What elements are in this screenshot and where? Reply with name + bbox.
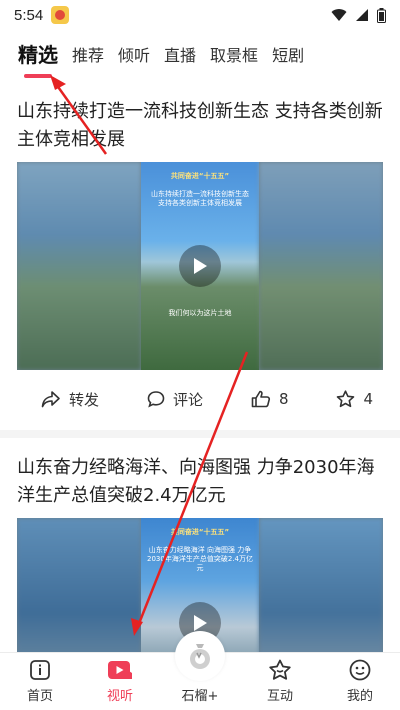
comment-button[interactable]: 评论	[147, 389, 203, 410]
card-divider	[0, 430, 400, 438]
video-overlay-top: 共同奋进“十五五”	[170, 172, 230, 180]
tab-zhibo[interactable]: 直播	[164, 42, 196, 76]
like-count: 8	[278, 390, 289, 408]
bottom-navigation: 首页 视听 石榴+ 互动 我的	[0, 631, 400, 710]
star-icon	[337, 390, 355, 408]
nav-video[interactable]: 视听	[80, 653, 160, 710]
card-title[interactable]: 山东奋力经略海洋、向海图强 力争2030年海洋生产总值突破2.4万亿元	[17, 454, 383, 510]
feed-list: 山东持续打造一流科技创新生态 支持各类创新主体竞相发展 共同奋进“十五五” 山东…	[0, 90, 400, 655]
nav-profile[interactable]: 我的	[320, 653, 400, 710]
feed-card[interactable]: 山东持续打造一流科技创新生态 支持各类创新主体竞相发展 共同奋进“十五五” 山东…	[0, 98, 400, 428]
share-button[interactable]: 转发	[41, 389, 99, 410]
tab-tuijian[interactable]: 推荐	[72, 42, 104, 76]
status-icons	[331, 7, 386, 23]
tab-jingxuan[interactable]: 精选	[18, 39, 58, 78]
pomegranate-bubble[interactable]	[175, 631, 225, 681]
share-label: 转发	[69, 390, 100, 409]
nav-interact-label: 互动	[266, 689, 293, 704]
tab-qingting[interactable]: 倾听	[118, 42, 150, 76]
nav-interact[interactable]: 互动	[240, 653, 320, 710]
nav-home-label: 首页	[26, 689, 53, 704]
profile-icon	[349, 659, 371, 681]
favorite-count: 4	[363, 390, 373, 408]
play-icon[interactable]	[179, 245, 221, 287]
wifi-icon	[331, 9, 347, 21]
share-icon	[41, 391, 60, 408]
nav-home[interactable]: 首页	[0, 653, 80, 710]
video-thumbnail[interactable]: 共同奋进“十五五” 山东持续打造一流科技创新生态 支持各类创新主体竞相发展 我们…	[17, 162, 383, 370]
like-button[interactable]: 8	[251, 390, 289, 408]
video-icon	[108, 661, 132, 679]
nav-pomegranate[interactable]: 石榴+	[160, 631, 240, 710]
tab-qujingkuang[interactable]: 取景框	[210, 42, 258, 76]
battery-icon	[377, 7, 386, 23]
signal-icon	[356, 9, 368, 21]
video-overlay-mid: 山东奋力经略海洋 向海图强 力争2030年海洋生产总值突破2.4万亿元	[147, 546, 253, 572]
favorite-button[interactable]: 4	[336, 390, 373, 408]
video-blur-left	[17, 162, 141, 370]
pomegranate-icon	[190, 644, 210, 669]
video-overlay-mid: 山东持续打造一流科技创新生态 支持各类创新主体竞相发展	[151, 190, 249, 207]
video-blur-right	[259, 518, 383, 655]
thumbs-up-icon	[251, 390, 270, 408]
card-title[interactable]: 山东持续打造一流科技创新生态 支持各类创新主体竞相发展	[17, 98, 383, 154]
nav-pomegranate-label: 石榴+	[181, 689, 219, 704]
video-overlay-top: 共同奋进“十五五”	[170, 528, 230, 536]
feed-card[interactable]: 山东奋力经略海洋、向海图强 力争2030年海洋生产总值突破2.4万亿元 共同奋进…	[0, 438, 400, 655]
status-time: 5:54	[14, 6, 44, 24]
home-icon	[30, 660, 50, 680]
comment-label: 评论	[172, 390, 203, 409]
channel-tabs: 精选 推荐 倾听 直播 取景框 短剧	[0, 36, 400, 78]
video-overlay-bottom: 我们何以为这片土地	[168, 309, 232, 317]
status-bar: 5:54	[0, 0, 400, 30]
interact-icon	[269, 659, 291, 680]
nav-profile-label: 我的	[346, 689, 373, 704]
card-actions: 转发 评论 8 4	[17, 370, 383, 428]
comment-icon	[147, 391, 165, 408]
app-notification-icon	[51, 6, 70, 24]
video-blur-right	[259, 162, 383, 370]
video-blur-left	[17, 518, 141, 655]
tab-duanju[interactable]: 短剧	[272, 42, 304, 76]
nav-video-label: 视听	[106, 689, 133, 704]
